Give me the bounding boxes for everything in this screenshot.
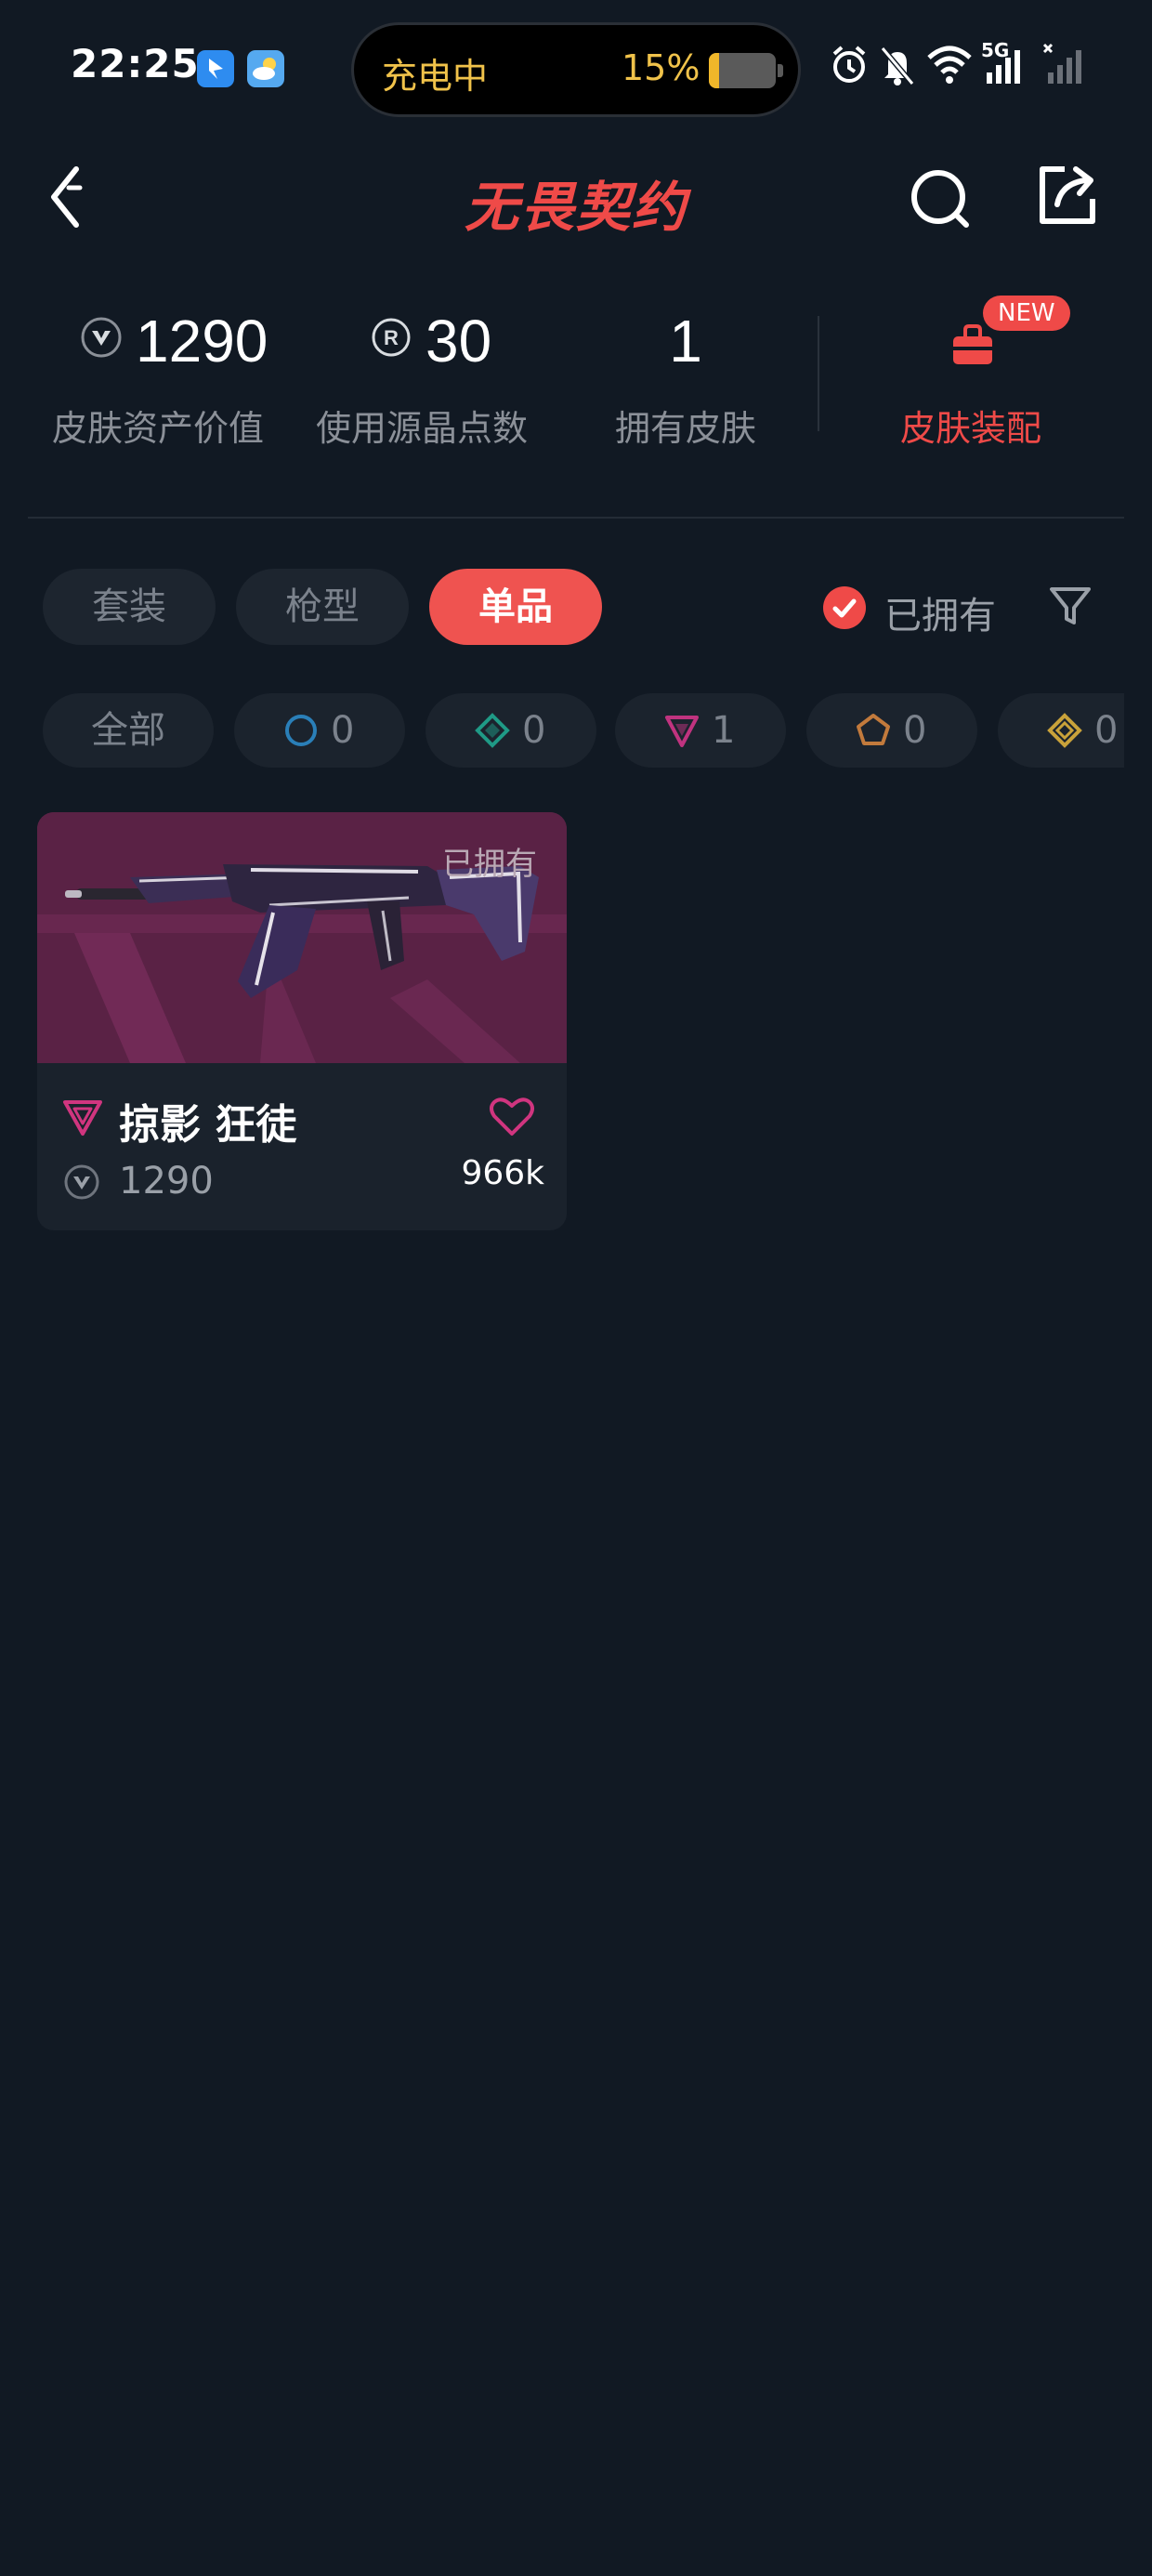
status-bar: 22:25 充电中 15% 5G	[0, 0, 1152, 139]
share-icon	[1040, 166, 1095, 224]
ultra-tier-icon	[1047, 713, 1082, 748]
like-count: 966k	[461, 1154, 544, 1192]
tab-weapon-type[interactable]: 枪型	[236, 569, 409, 645]
page-title: 无畏契约	[464, 176, 687, 239]
share-button[interactable]	[1033, 160, 1104, 230]
skin-image: 已拥有	[37, 812, 567, 1063]
stat-owned-skins: 1 拥有皮肤	[546, 279, 825, 449]
signal-no-sim-icon	[1042, 43, 1081, 84]
app-header: 无畏契约	[0, 139, 1152, 256]
rarity-chip-count: 0	[331, 709, 355, 752]
svg-text:R: R	[384, 326, 399, 349]
rarity-chip-count: 0	[903, 709, 927, 752]
rarity-chip-ultra[interactable]: 0	[998, 693, 1124, 768]
mute-icon	[880, 46, 915, 85]
radianite-points-icon: R	[372, 318, 411, 357]
premium-tier-icon	[665, 716, 699, 747]
owned-checkbox[interactable]	[823, 586, 866, 629]
status-time: 22:25	[71, 41, 200, 86]
rarity-chip-select[interactable]: 0	[234, 693, 405, 768]
charging-label: 充电中	[382, 56, 489, 97]
stat-asset-value: 1290 皮肤资产价值	[19, 279, 297, 449]
wifi-icon	[927, 46, 972, 84]
deluxe-tier-icon	[475, 713, 510, 748]
alarm-icon	[832, 46, 866, 83]
owned-filter-label: 已拥有	[884, 595, 996, 637]
skin-price: 1290	[119, 1160, 214, 1203]
owned-tag: 已拥有	[442, 846, 537, 883]
section-divider	[28, 517, 1124, 519]
checkmark-icon	[832, 598, 857, 618]
owned-count: 1	[669, 308, 702, 375]
like-heart-icon[interactable]	[489, 1095, 535, 1137]
status-icons: 5G	[827, 39, 1106, 95]
battery-percent: 15%	[622, 47, 700, 88]
filter-icon	[1050, 587, 1091, 624]
stats-panel: 1290 皮肤资产价值 R 30 使用源晶点数 1 拥有皮肤 NEW 皮肤装配	[0, 279, 1152, 483]
valorant-points-icon	[81, 317, 122, 358]
stat-radianite-points: R 30 使用源晶点数	[282, 279, 561, 449]
search-button[interactable]	[905, 164, 975, 234]
rarity-chip-count: 0	[1094, 709, 1119, 752]
weather-icon	[247, 50, 284, 87]
rarity-chip-deluxe[interactable]: 0	[425, 693, 596, 768]
rarity-chip-exclusive[interactable]: 0	[806, 693, 977, 768]
exclusive-tier-icon	[857, 714, 890, 745]
radianite-points-label: 使用源晶点数	[315, 408, 528, 449]
filter-button[interactable]	[1046, 582, 1094, 630]
search-icon	[911, 170, 969, 228]
new-badge: NEW	[983, 296, 1070, 331]
rarity-chip-all[interactable]: 全部	[43, 693, 214, 768]
equip-bag-icon	[953, 324, 992, 364]
tab-single-item[interactable]: 单品	[429, 569, 602, 645]
skin-equip-label: 皮肤装配	[899, 408, 1041, 449]
tab-bundle[interactable]: 套装	[43, 569, 216, 645]
skin-name: 掠影 狂徒	[119, 1101, 297, 1149]
stats-divider	[818, 316, 819, 431]
rarity-chip-count: 1	[712, 709, 736, 752]
select-tier-icon	[285, 715, 317, 746]
owned-count-label: 拥有皮肤	[614, 408, 756, 449]
radianite-points: 30	[425, 308, 492, 375]
asset-value-label: 皮肤资产价值	[51, 408, 264, 449]
asset-value: 1290	[136, 308, 268, 375]
rarity-chip-all-label: 全部	[91, 709, 165, 752]
battery-icon	[709, 53, 783, 88]
premium-tier-icon	[63, 1100, 102, 1136]
signal-icon	[987, 50, 1020, 84]
rarity-chip-count: 0	[522, 709, 546, 752]
charging-indicator: 充电中 15%	[351, 22, 801, 117]
rarity-chip-premium[interactable]: 1	[615, 693, 786, 768]
valorant-points-icon	[64, 1164, 99, 1200]
app-notification-icon	[197, 50, 234, 87]
skin-card[interactable]: 已拥有 掠影 狂徒 1290 966k	[37, 812, 567, 1230]
